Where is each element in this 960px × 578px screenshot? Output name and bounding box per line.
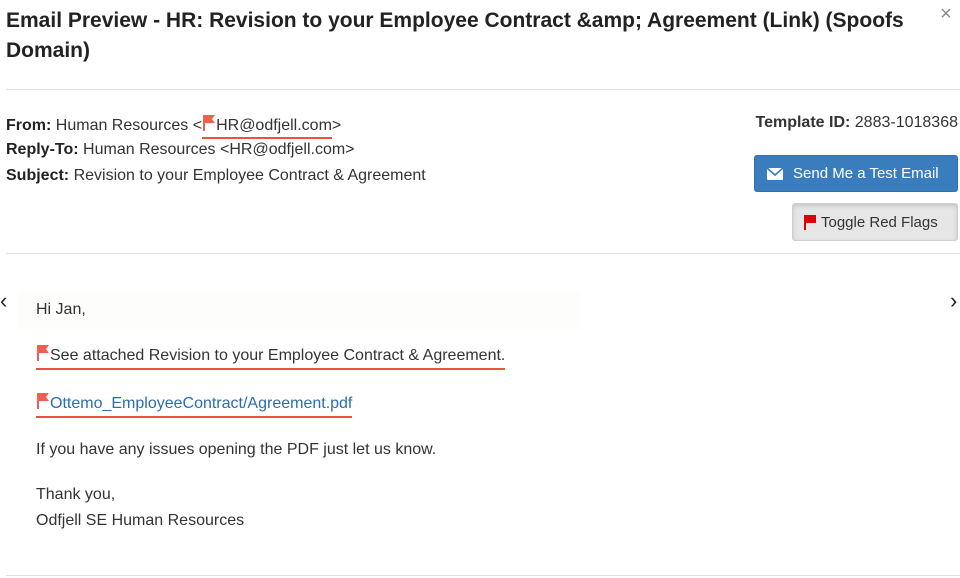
red-flag-icon[interactable] xyxy=(36,344,50,362)
flag-icon xyxy=(804,214,816,230)
send-test-email-button[interactable]: Send Me a Test Email xyxy=(754,155,958,192)
toggle-red-flags-label: Toggle Red Flags xyxy=(821,213,938,231)
closing: Thank you, xyxy=(36,486,116,503)
bottom-divider xyxy=(6,575,960,576)
highlight-area xyxy=(18,292,580,330)
red-flag-icon[interactable] xyxy=(202,114,216,132)
greeting: Hi Jan, xyxy=(36,301,86,318)
body-line-text: See attached Revision to your Employee C… xyxy=(50,347,501,364)
send-test-email-label: Send Me a Test Email xyxy=(793,165,939,182)
envelope-icon xyxy=(767,168,783,180)
reply-to-label: Reply-To: xyxy=(6,141,79,158)
toggle-red-flags-button[interactable]: Toggle Red Flags xyxy=(792,203,958,241)
subject-label: Subject: xyxy=(6,167,70,184)
previous-arrow[interactable]: ‹ xyxy=(0,289,10,313)
header-divider xyxy=(6,253,960,254)
from-row: From: Human Resources < HR@odfjell.com> xyxy=(6,114,341,139)
attachment-line: Ottemo_EmployeeContract/Agreement.pdf xyxy=(36,392,353,418)
signature: Odfjell SE Human Resources xyxy=(36,512,245,529)
reply-to-row: Reply-To: Human Resources <HR@odfjell.co… xyxy=(6,140,355,160)
template-id-value: 2883-1018368 xyxy=(854,114,958,131)
from-email-flagged[interactable]: HR@odfjell.com xyxy=(202,114,332,139)
body-line-flagged: See attached Revision to your Employee C… xyxy=(36,344,506,370)
attachment-flag-wrap[interactable]: Ottemo_EmployeeContract/Agreement.pdf xyxy=(36,392,353,418)
template-id: Template ID: 2883-1018368 xyxy=(756,114,959,132)
pdf-help-line: If you have any issues opening the PDF j… xyxy=(36,441,437,458)
subject-row: Subject: Revision to your Employee Contr… xyxy=(6,166,426,186)
close-button[interactable]: × xyxy=(936,4,956,24)
template-id-label: Template ID: xyxy=(755,114,851,131)
next-arrow[interactable]: › xyxy=(950,289,960,313)
from-label: From: xyxy=(6,117,52,134)
subject-value: Revision to your Employee Contract & Agr… xyxy=(73,167,426,184)
from-name: Human Resources < xyxy=(55,117,203,134)
title-divider xyxy=(6,89,960,90)
red-flag-icon[interactable] xyxy=(36,392,50,410)
attachment-link[interactable]: Ottemo_EmployeeContract/Agreement.pdf xyxy=(50,395,352,412)
reply-to-value: Human Resources <HR@odfjell.com> xyxy=(83,141,355,158)
modal-title: Email Preview - HR: Revision to your Emp… xyxy=(6,9,904,62)
from-tail: > xyxy=(331,117,342,134)
body-line-period: . xyxy=(500,347,506,364)
body-line-flag-wrap[interactable]: See attached Revision to your Employee C… xyxy=(36,344,506,370)
from-email: HR@odfjell.com xyxy=(216,117,332,134)
